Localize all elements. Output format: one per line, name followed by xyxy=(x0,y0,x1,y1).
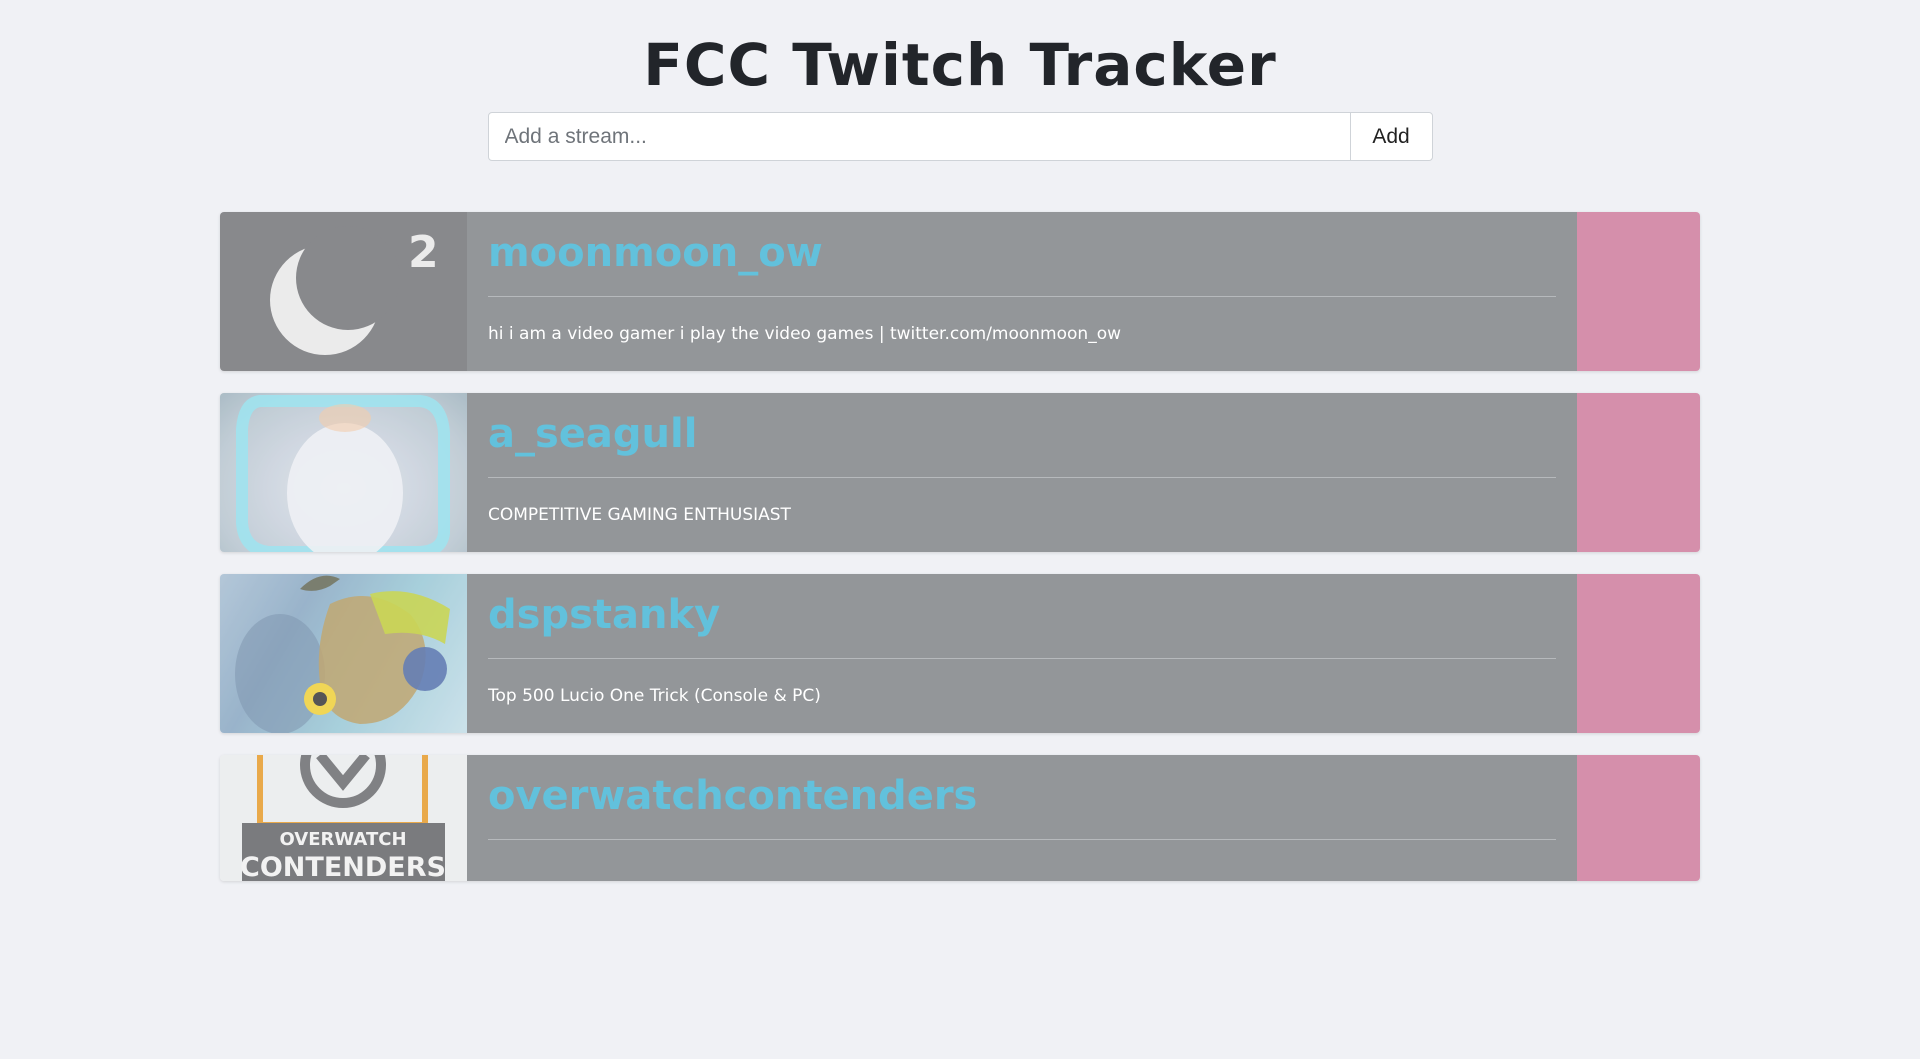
add-stream-input[interactable] xyxy=(488,113,1350,160)
stream-name[interactable]: a_seagull xyxy=(488,393,1556,460)
stream-info: overwatchcontenders xyxy=(467,755,1577,881)
stream-card[interactable]: 2 moonmoon_ow hi i am a video gamer i pl… xyxy=(220,212,1700,371)
divider xyxy=(488,658,1556,659)
stream-name[interactable]: dspstanky xyxy=(488,574,1556,641)
logo-text-bottom: CONTENDERS xyxy=(240,852,446,881)
status-indicator xyxy=(1577,574,1700,733)
stream-info: dspstanky Top 500 Lucio One Trick (Conso… xyxy=(467,574,1577,733)
logo-text-top: OVERWATCH xyxy=(279,829,406,850)
add-button[interactable]: Add xyxy=(1349,113,1432,160)
add-stream-form: Add xyxy=(487,112,1433,161)
page-title: FCC Twitch Tracker xyxy=(643,31,1277,99)
stream-description: COMPETITIVE GAMING ENTHUSIAST xyxy=(488,505,791,525)
divider xyxy=(488,477,1556,478)
divider xyxy=(488,296,1556,297)
thumb-badge: 2 xyxy=(408,227,439,278)
stream-card[interactable]: a_seagull COMPETITIVE GAMING ENTHUSIAST xyxy=(220,393,1700,552)
stream-name[interactable]: moonmoon_ow xyxy=(488,212,1556,279)
stream-card[interactable]: OVERWATCH CONTENDERS overwatchcontenders xyxy=(220,755,1700,881)
stream-description: Top 500 Lucio One Trick (Console & PC) xyxy=(488,686,821,706)
status-indicator xyxy=(1577,393,1700,552)
seagull-avatar-icon xyxy=(220,393,467,552)
stream-description: hi i am a video gamer i play the video g… xyxy=(488,324,1122,344)
status-indicator xyxy=(1577,755,1700,881)
moon-logo-icon: 2 xyxy=(220,212,467,371)
divider xyxy=(488,839,1556,840)
stream-info: moonmoon_ow hi i am a video gamer i play… xyxy=(467,212,1577,371)
lucio-avatar-icon xyxy=(220,574,467,733)
stream-card[interactable]: dspstanky Top 500 Lucio One Trick (Conso… xyxy=(220,574,1700,733)
status-indicator xyxy=(1577,212,1700,371)
stream-info: a_seagull COMPETITIVE GAMING ENTHUSIAST xyxy=(467,393,1577,552)
stream-name[interactable]: overwatchcontenders xyxy=(488,755,1556,822)
overwatch-contenders-logo-icon: OVERWATCH CONTENDERS xyxy=(220,755,467,881)
stream-list: 2 moonmoon_ow hi i am a video gamer i pl… xyxy=(220,212,1700,903)
